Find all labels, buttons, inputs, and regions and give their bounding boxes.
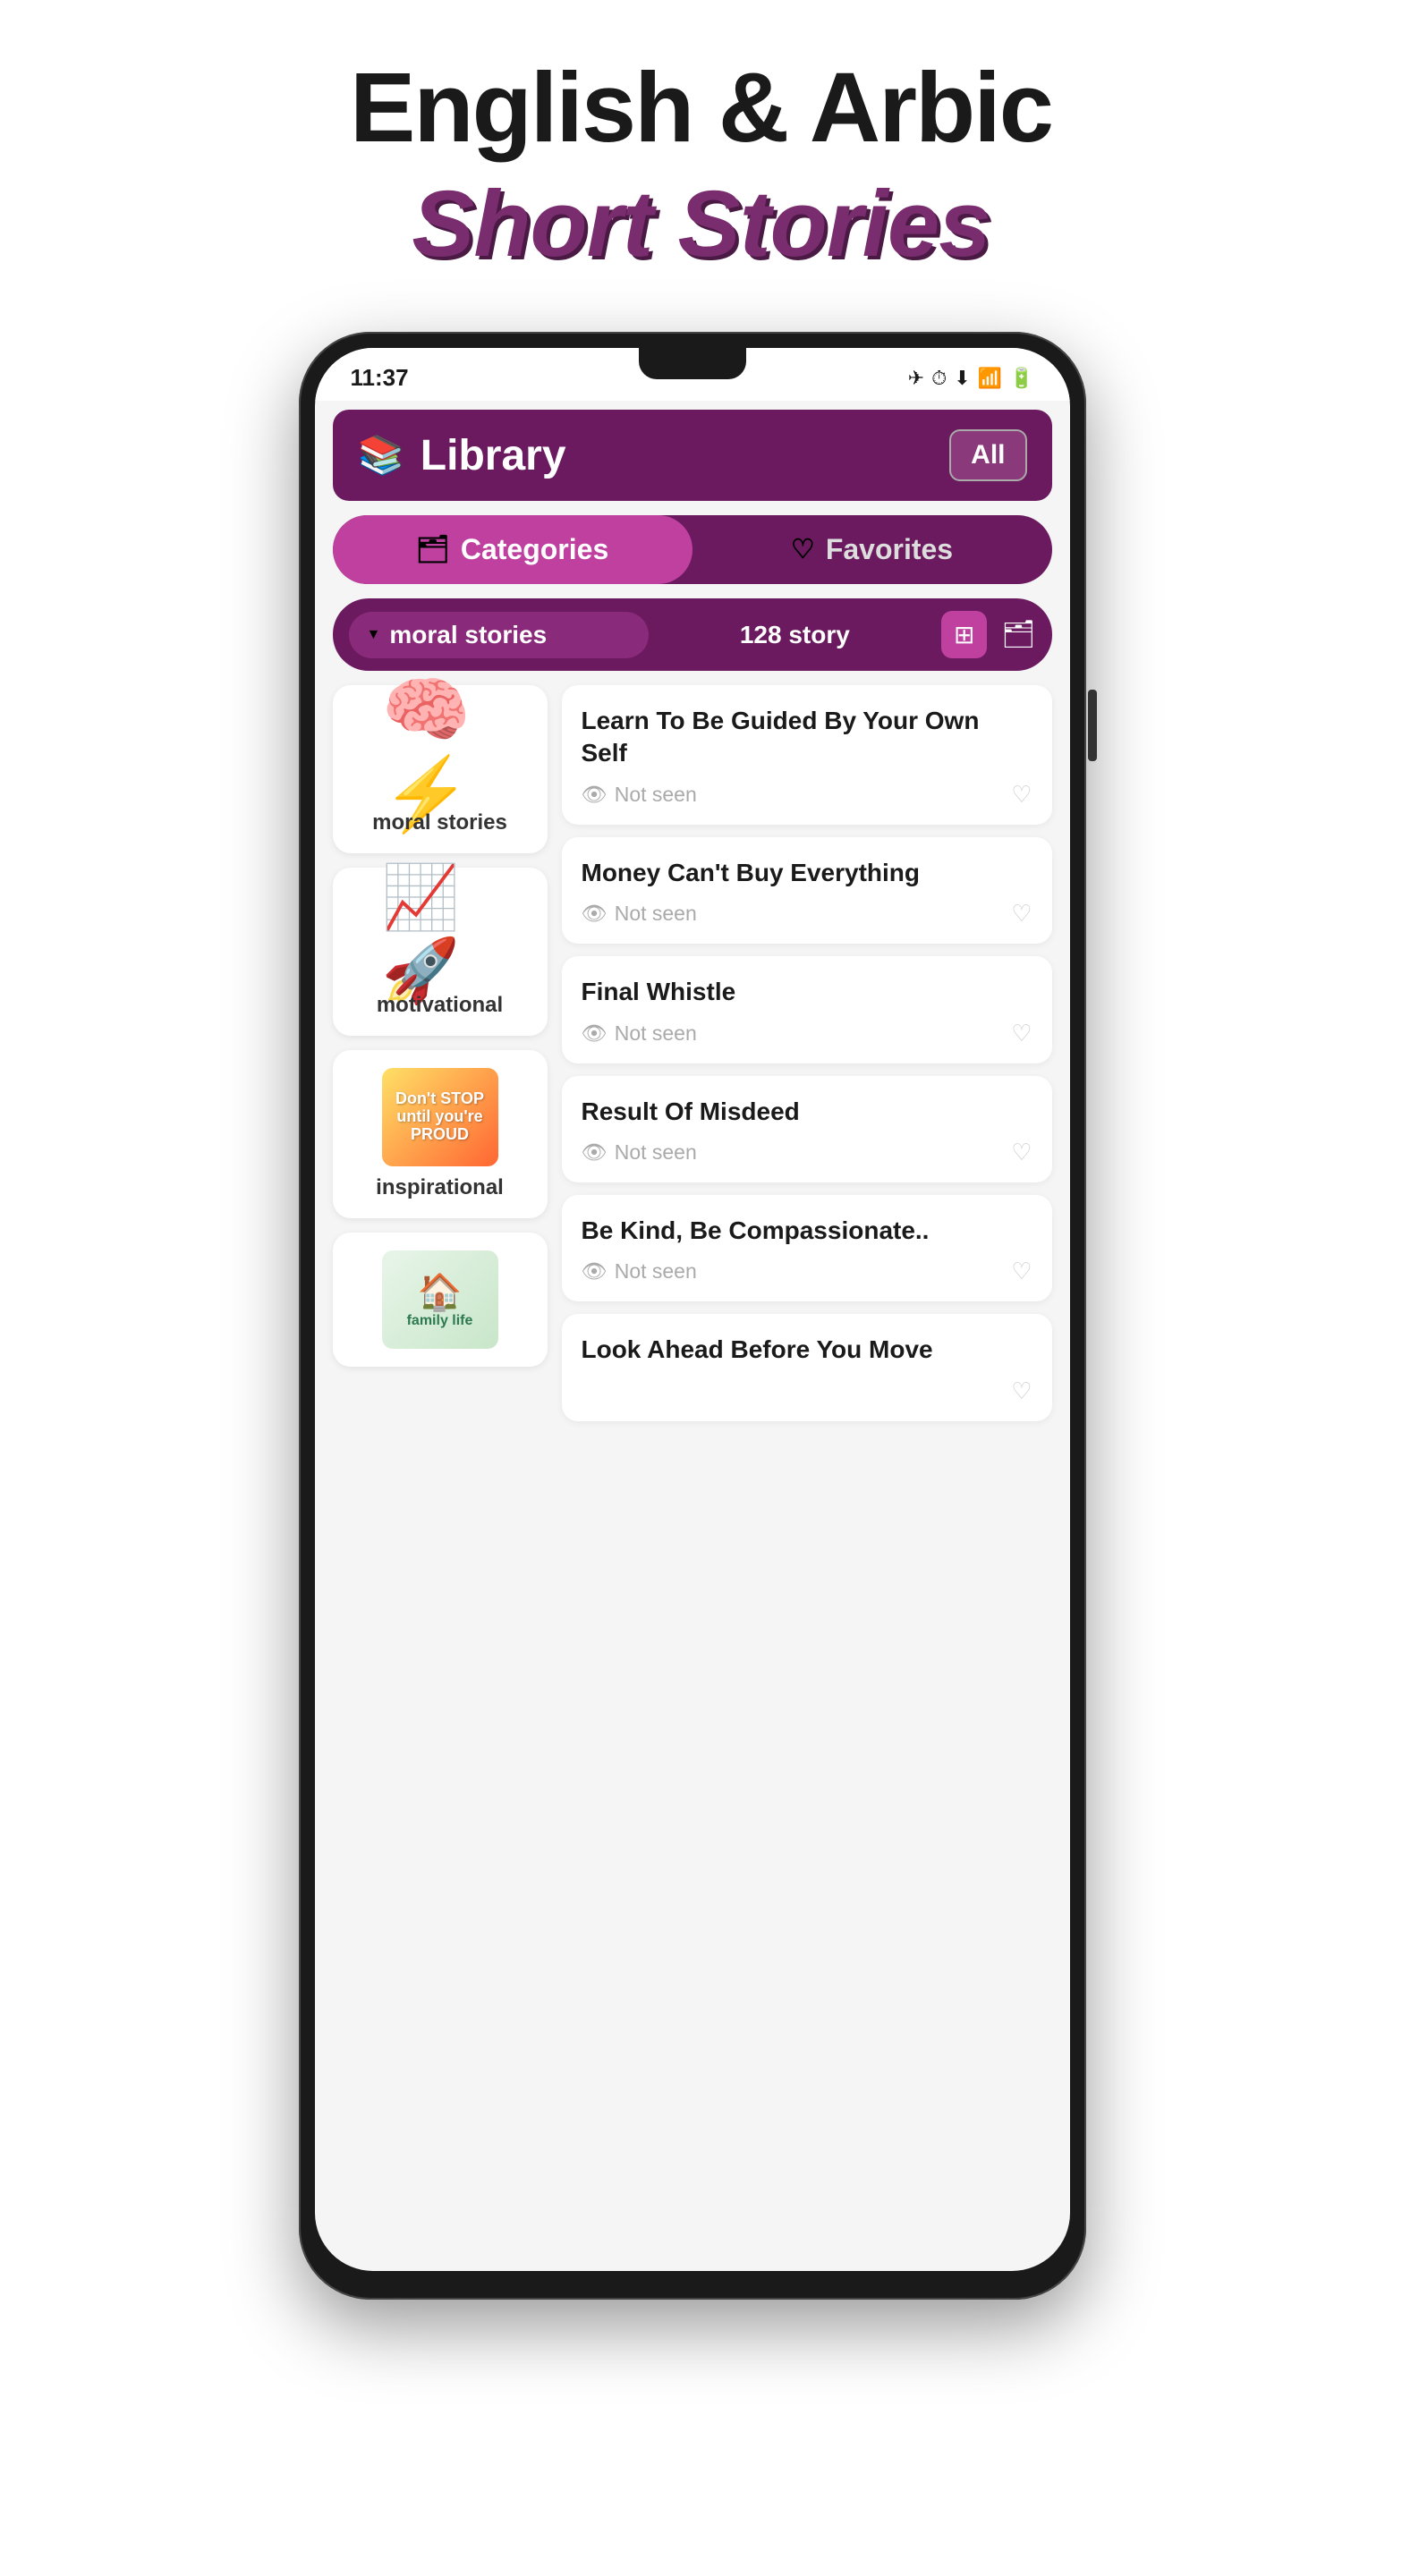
phone-screen: 11:37 ✈ ⏱ ⬇ 📶 🔋 📚 Library All (315, 348, 1070, 2271)
library-title: Library (421, 431, 566, 480)
story-title-2: Money Can't Buy Everything (582, 857, 1032, 889)
story-title-4: Result Of Misdeed (582, 1096, 1032, 1128)
phone-notch (639, 348, 746, 379)
battery-icon: 🔋 (1009, 367, 1033, 390)
app-header-left: 📚 Library (358, 431, 566, 480)
tab-favorites[interactable]: ♡ Favorites (693, 515, 1052, 584)
story-meta-3: 👁 Not seen ♡ (582, 1020, 1032, 1047)
story-seen-4: 👁 Not seen (582, 1140, 697, 1165)
story-card-5[interactable]: Be Kind, Be Compassionate.. 👁 Not seen ♡ (562, 1195, 1052, 1301)
seen-status-5: Not seen (615, 1259, 697, 1284)
eye-icon-1: 👁 (582, 783, 608, 807)
motivational-label: motivational (377, 993, 503, 1018)
timer-icon: ⏱ (931, 367, 947, 390)
story-card-3[interactable]: Final Whistle 👁 Not seen ♡ (562, 956, 1052, 1063)
page-title-line2: Short Stories (412, 171, 990, 278)
inspirational-icon: Don't STOP until you're PROUD (382, 1068, 498, 1166)
story-title-5: Be Kind, Be Compassionate.. (582, 1215, 1032, 1247)
tab-favorites-label: Favorites (826, 533, 953, 566)
motivational-icon: 📈🚀 (382, 886, 498, 984)
favorite-icon-6[interactable]: ♡ (1011, 1377, 1032, 1405)
favorite-icon-4[interactable]: ♡ (1011, 1139, 1032, 1166)
story-seen-3: 👁 Not seen (582, 1021, 697, 1046)
status-icons: ✈ ⏱ ⬇ 📶 🔋 (908, 367, 1034, 390)
phone-mockup: 11:37 ✈ ⏱ ⬇ 📶 🔋 📚 Library All (299, 332, 1104, 2300)
category-column: 🧠⚡ moral stories 📈🚀 motivational Don't S… (333, 685, 548, 1421)
category-card-family[interactable]: 🏠 family life (333, 1233, 548, 1367)
selected-category: moral stories (389, 621, 547, 649)
eye-icon-4: 👁 (582, 1140, 608, 1165)
favorite-icon-3[interactable]: ♡ (1011, 1020, 1032, 1047)
heart-icon: ♡ (791, 534, 815, 565)
content-area: 🧠⚡ moral stories 📈🚀 motivational Don't S… (315, 671, 1070, 1436)
filter-bar: ▼ moral stories 128 story ⊞ 🗂 (333, 598, 1052, 671)
eye-icon-5: 👁 (582, 1259, 608, 1284)
category-card-inspirational[interactable]: Don't STOP until you're PROUD inspiratio… (333, 1050, 548, 1218)
seen-status-2: Not seen (615, 902, 697, 926)
story-title-3: Final Whistle (582, 976, 1032, 1008)
story-title-6: Look Ahead Before You Move (582, 1334, 1032, 1366)
favorite-icon-2[interactable]: ♡ (1011, 900, 1032, 928)
tab-categories[interactable]: 🗂 Categories (333, 515, 693, 584)
story-card-6[interactable]: Look Ahead Before You Move ♡ (562, 1314, 1052, 1420)
story-card-4[interactable]: Result Of Misdeed 👁 Not seen ♡ (562, 1076, 1052, 1182)
story-meta-4: 👁 Not seen ♡ (582, 1139, 1032, 1166)
story-card-2[interactable]: Money Can't Buy Everything 👁 Not seen ♡ (562, 837, 1052, 944)
category-dropdown[interactable]: ▼ moral stories (349, 612, 649, 658)
story-meta-6: ♡ (582, 1377, 1032, 1405)
all-button[interactable]: All (949, 429, 1026, 481)
story-title-1: Learn To Be Guided By Your Own Self (582, 705, 1032, 770)
story-seen-1: 👁 Not seen (582, 783, 697, 807)
eye-icon-3: 👁 (582, 1021, 608, 1046)
stories-column: Learn To Be Guided By Your Own Self 👁 No… (562, 685, 1052, 1421)
phone-side-button (1088, 690, 1097, 761)
phone-frame: 11:37 ✈ ⏱ ⬇ 📶 🔋 📚 Library All (299, 332, 1086, 2300)
category-card-moral[interactable]: 🧠⚡ moral stories (333, 685, 548, 853)
categories-icon: 🗂 (416, 534, 450, 565)
family-image-text: family life (407, 1313, 473, 1329)
tab-bar: 🗂 Categories ♡ Favorites (333, 515, 1052, 584)
filter-icons-group: ⊞ 🗂 (941, 611, 1036, 658)
family-icon: 🏠 family life (382, 1250, 498, 1349)
story-meta-5: 👁 Not seen ♡ (582, 1258, 1032, 1285)
story-meta-1: 👁 Not seen ♡ (582, 781, 1032, 809)
story-card-1[interactable]: Learn To Be Guided By Your Own Self 👁 No… (562, 685, 1052, 825)
bookmark-view-button[interactable]: 🗂 (1001, 619, 1035, 650)
eye-icon-2: 👁 (582, 902, 608, 926)
seen-status-3: Not seen (615, 1021, 697, 1046)
app-header: 📚 Library All (333, 410, 1052, 501)
story-seen-5: 👁 Not seen (582, 1259, 697, 1284)
favorite-icon-5[interactable]: ♡ (1011, 1258, 1032, 1285)
favorite-icon-1[interactable]: ♡ (1011, 781, 1032, 809)
seen-status-1: Not seen (615, 783, 697, 807)
page-title-line1: English & Arbic (350, 54, 1052, 162)
tab-categories-label: Categories (461, 533, 608, 566)
airplane-icon: ✈ (908, 367, 924, 390)
inspirational-label: inspirational (376, 1175, 504, 1200)
seen-status-4: Not seen (615, 1140, 697, 1165)
inspirational-image-text: Don't STOP until you're PROUD (382, 1090, 498, 1143)
story-meta-2: 👁 Not seen ♡ (582, 900, 1032, 928)
signal-icon: 📶 (978, 367, 1002, 390)
story-seen-2: 👁 Not seen (582, 902, 697, 926)
library-icon: 📚 (358, 434, 404, 478)
brain-icon: 🧠⚡ (382, 703, 498, 801)
story-count: 128 story (663, 621, 927, 649)
grid-view-button[interactable]: ⊞ (941, 611, 987, 658)
dropdown-arrow-icon: ▼ (367, 627, 381, 643)
download-icon: ⬇ (954, 367, 970, 390)
category-card-motivational[interactable]: 📈🚀 motivational (333, 868, 548, 1036)
status-time: 11:37 (351, 364, 409, 392)
moral-label: moral stories (372, 810, 507, 835)
